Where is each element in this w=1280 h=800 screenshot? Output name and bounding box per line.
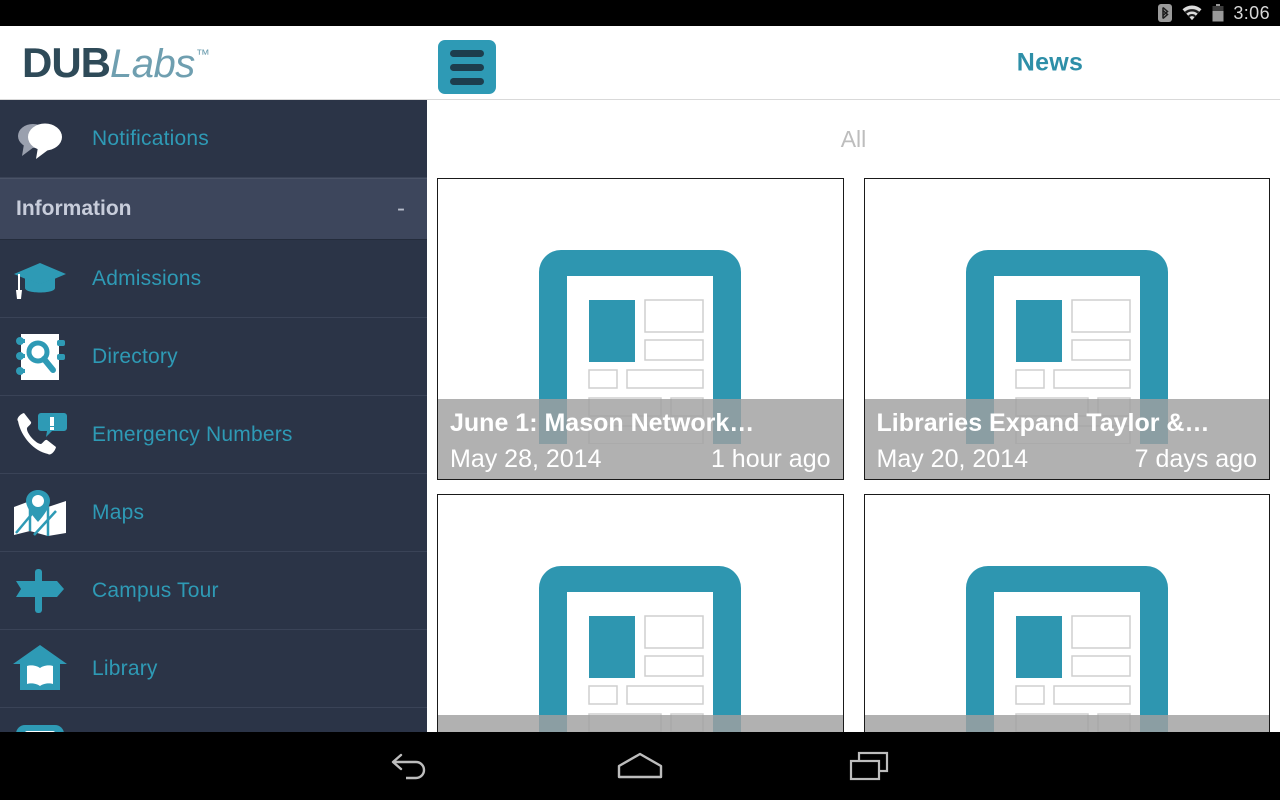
hamburger-menu-icon[interactable]: [438, 40, 496, 94]
app-logo: DUB Labs ™: [22, 38, 210, 87]
map-pin-icon: [8, 485, 72, 541]
sidebar-item-label: Campus Tour: [92, 578, 219, 602]
news-card-overlay: Libraries Expand Taylor &… May 20, 2014 …: [864, 399, 1269, 479]
collapse-toggle-icon[interactable]: -: [397, 197, 405, 221]
device-screen: 3:06 DUB Labs ™ News Notifications Infor…: [0, 0, 1280, 800]
shuttle-bus-icon: [8, 719, 72, 732]
sidebar-item-shuttle[interactable]: [0, 708, 427, 732]
sidebar-item-campus-tour[interactable]: Campus Tour: [0, 552, 427, 630]
sidebar-item-maps[interactable]: Maps: [0, 474, 427, 552]
logo-secondary-text: Labs: [110, 41, 195, 86]
news-card-overlay: [438, 715, 843, 732]
android-navigation-bar: [0, 732, 1280, 800]
battery-icon: [1212, 4, 1224, 22]
news-card[interactable]: [437, 494, 844, 732]
logo-primary-text: DUB: [22, 38, 111, 86]
home-icon[interactable]: [580, 732, 700, 800]
news-card-overlay: June 1: Mason Network… May 28, 2014 1 ho…: [438, 399, 843, 479]
news-card-title: June 1: Mason Network…: [450, 409, 755, 437]
sidebar-section-information[interactable]: Information -: [0, 178, 427, 240]
news-card-date: May 28, 2014: [450, 445, 602, 473]
app-bar: DUB Labs ™ News: [0, 26, 1280, 100]
page-title-text: News: [1016, 48, 1084, 76]
library-building-icon: [8, 641, 72, 697]
graduation-cap-icon: [8, 251, 72, 307]
sidebar-item-library[interactable]: Library: [0, 630, 427, 708]
news-card-grid: June 1: Mason Network… May 28, 2014 1 ho…: [427, 178, 1280, 732]
address-book-search-icon: [8, 329, 72, 385]
hamburger-bar: [450, 77, 484, 85]
news-card[interactable]: Libraries Expand Taylor &… May 20, 2014 …: [863, 178, 1270, 480]
bluetooth-icon: [1158, 4, 1173, 22]
news-filter-row: All: [427, 100, 1280, 178]
sidebar-item-admissions[interactable]: Admissions: [0, 240, 427, 318]
phone-alert-icon: [8, 407, 72, 463]
sidebar-item-label: Directory: [92, 344, 178, 368]
news-card-meta: May 28, 2014 1 hour ago: [450, 441, 831, 477]
news-card-overlay: [864, 715, 1269, 732]
sidebar-navigation[interactable]: Notifications Information - Admissions D…: [0, 100, 427, 732]
filter-all-button[interactable]: All: [841, 126, 867, 153]
sidebar-item-label: Notifications: [92, 126, 209, 150]
sidebar-item-label: Library: [92, 656, 158, 680]
sidebar-item-emergency-numbers[interactable]: Emergency Numbers: [0, 396, 427, 474]
sidebar-item-label: Emergency Numbers: [92, 422, 293, 446]
news-card-meta: May 20, 2014 7 days ago: [877, 441, 1258, 477]
news-content-panel: All June 1: Mason Network… May 28, 2014 …: [427, 100, 1280, 732]
sidebar-section-label: Information: [16, 197, 132, 220]
sidebar-item-notifications[interactable]: Notifications: [0, 100, 427, 178]
status-bar-clock: 3:06: [1233, 3, 1270, 23]
recents-icon[interactable]: [810, 732, 930, 800]
signpost-icon: [8, 563, 72, 619]
back-icon[interactable]: [350, 732, 470, 800]
speech-bubbles-icon: [8, 111, 72, 167]
sidebar-item-label: Admissions: [92, 266, 202, 290]
wifi-icon: [1181, 4, 1203, 22]
news-placeholder-icon: [438, 495, 843, 732]
status-bar: 3:06: [0, 0, 1280, 26]
logo-trademark-symbol: ™: [195, 45, 210, 62]
news-card-date: May 20, 2014: [876, 445, 1029, 473]
hamburger-bar: [450, 49, 484, 57]
sidebar-item-directory[interactable]: Directory: [0, 318, 427, 396]
news-placeholder-icon: [865, 495, 1270, 732]
news-card[interactable]: June 1: Mason Network… May 28, 2014 1 ho…: [437, 178, 844, 480]
news-card-title: Libraries Expand Taylor &…: [876, 409, 1210, 437]
news-card-relative-time: 1 hour ago: [710, 445, 831, 473]
sidebar-item-label: Maps: [92, 500, 145, 524]
hamburger-bar: [450, 63, 484, 71]
news-card[interactable]: [863, 494, 1270, 732]
news-card-relative-time: 7 days ago: [1134, 445, 1257, 473]
